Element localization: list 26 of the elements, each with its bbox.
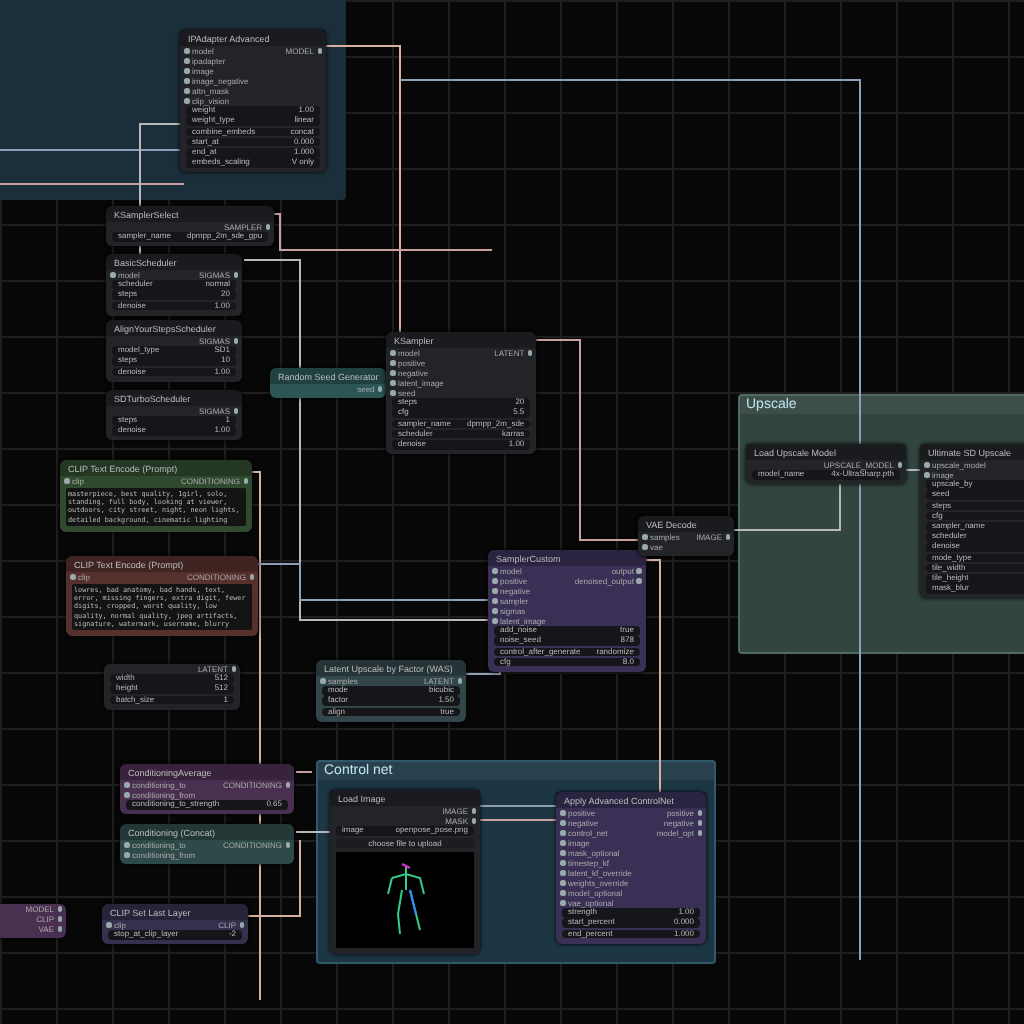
connection-wire xyxy=(295,831,331,833)
socket-icon[interactable] xyxy=(70,574,75,580)
connection-wire xyxy=(295,771,313,773)
socket-icon[interactable] xyxy=(897,462,902,468)
socket-icon[interactable] xyxy=(233,408,238,414)
socket-icon[interactable] xyxy=(285,782,290,788)
socket-icon[interactable] xyxy=(377,386,383,392)
socket-icon[interactable] xyxy=(725,534,730,540)
socket-icon[interactable] xyxy=(527,350,533,356)
socket-icon[interactable] xyxy=(106,922,111,928)
socket-icon[interactable] xyxy=(265,224,271,230)
socket-icon[interactable] xyxy=(239,922,244,928)
socket-icon[interactable] xyxy=(243,478,248,484)
socket-icon[interactable] xyxy=(233,338,238,344)
socket-icon[interactable] xyxy=(285,842,290,848)
socket-icon[interactable] xyxy=(64,478,69,484)
socket-icon[interactable] xyxy=(457,678,462,684)
socket-icon[interactable] xyxy=(231,666,236,672)
graph-node[interactable] xyxy=(60,460,252,532)
graph-node[interactable] xyxy=(66,556,258,637)
socket-icon[interactable] xyxy=(249,574,254,580)
socket-icon[interactable] xyxy=(317,48,322,54)
socket-icon[interactable] xyxy=(320,678,325,684)
graph-node[interactable] xyxy=(556,792,706,944)
socket-icon[interactable] xyxy=(233,272,238,278)
socket-icon[interactable] xyxy=(110,272,115,278)
